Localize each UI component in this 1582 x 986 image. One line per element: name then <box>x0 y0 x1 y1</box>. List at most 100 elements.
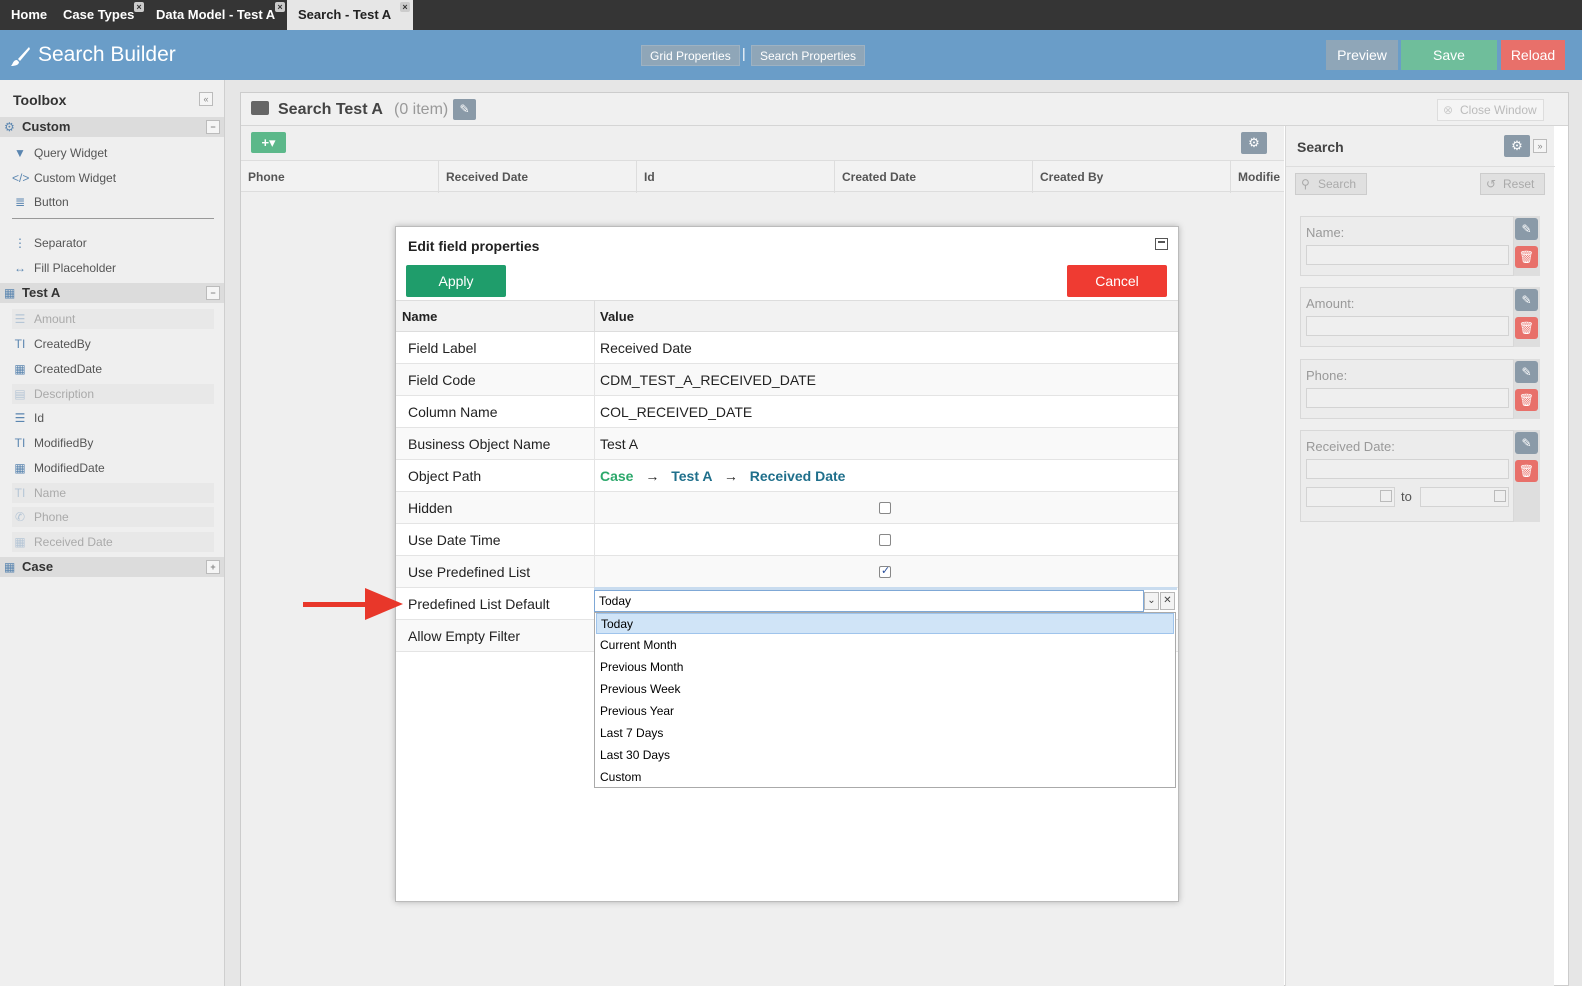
date-to-input[interactable] <box>1420 487 1509 507</box>
toolbox-item-separator[interactable]: ⋮ Separator <box>12 233 214 253</box>
close-icon[interactable]: × <box>275 2 285 12</box>
grid-column-id[interactable]: Id <box>637 161 835 193</box>
tab-case-types[interactable]: Case Types × <box>52 0 145 30</box>
close-icon[interactable]: × <box>134 2 144 12</box>
toolbox-title: Toolbox <box>13 92 67 108</box>
toolbox-item-custom-widget[interactable]: </> Custom Widget <box>12 168 214 188</box>
hidden-checkbox[interactable] <box>879 502 891 514</box>
toolbox-item-modifieddate[interactable]: ▦ ModifiedDate <box>12 458 214 478</box>
edit-field-icon[interactable]: ✎ <box>1515 432 1538 454</box>
edit-field-icon[interactable]: ✎ <box>1515 361 1538 383</box>
toolbox-item-description[interactable]: ▤ Description <box>12 384 214 404</box>
path-segment-case[interactable]: Case <box>600 468 633 484</box>
dropdown-option-previous-month[interactable]: Previous Month <box>596 657 1174 678</box>
apply-button[interactable]: Apply <box>406 265 506 297</box>
edit-title-icon[interactable]: ✎ <box>453 99 476 120</box>
reset-button[interactable]: ↺ Reset <box>1480 173 1545 195</box>
save-button[interactable]: Save <box>1401 40 1497 70</box>
path-segment-test-a[interactable]: Test A <box>671 468 712 484</box>
header-bar: Search Builder Grid Properties | Search … <box>0 30 1582 80</box>
search-properties-button[interactable]: Search Properties <box>751 45 866 66</box>
calendar-icon[interactable] <box>1494 490 1506 502</box>
tab-data-model[interactable]: Data Model - Test A × <box>145 0 287 30</box>
toolbox-section-test-a[interactable]: ▦ Test A − <box>0 283 224 303</box>
dropdown-option-last-7-days[interactable]: Last 7 Days <box>596 723 1174 744</box>
collapse-toolbox-icon[interactable]: « <box>199 92 213 106</box>
grid-settings-icon[interactable]: ⚙ <box>1241 132 1267 154</box>
grid-column-created-by[interactable]: Created By <box>1033 161 1231 193</box>
tab-home[interactable]: Home <box>0 0 52 30</box>
add-column-icon[interactable]: +▾ <box>251 132 286 153</box>
edit-field-icon[interactable]: ✎ <box>1515 289 1538 311</box>
collapse-search-icon[interactable]: » <box>1533 139 1547 153</box>
use-predefined-list-checkbox[interactable] <box>879 564 891 578</box>
toolbox-item-query-widget[interactable]: ▼ Query Widget <box>12 143 214 163</box>
grid-properties-button[interactable]: Grid Properties <box>641 45 740 66</box>
dropdown-option-previous-year[interactable]: Previous Year <box>596 701 1174 722</box>
phone-input[interactable] <box>1306 388 1509 408</box>
delete-field-icon[interactable]: 🗑 <box>1515 317 1538 339</box>
name-input[interactable] <box>1306 245 1509 265</box>
dropdown-option-last-30-days[interactable]: Last 30 Days <box>596 745 1174 766</box>
toolbox-item-button[interactable]: ≣ Button <box>12 192 214 212</box>
delete-field-icon[interactable]: 🗑 <box>1515 460 1538 482</box>
item-label: Amount <box>34 312 76 326</box>
chevron-down-icon[interactable]: ⌄ <box>1144 592 1159 610</box>
toolbox-item-amount[interactable]: ☰ Amount <box>12 309 214 329</box>
toolbox-item-createddate[interactable]: ▦ CreatedDate <box>12 359 214 379</box>
property-value[interactable]: Test A <box>600 428 638 460</box>
predefined-list-default-combo[interactable]: Today <box>594 590 1144 612</box>
dropdown-option-previous-week[interactable]: Previous Week <box>596 679 1174 700</box>
dropdown-option-custom[interactable]: Custom <box>596 767 1174 788</box>
property-row-column-name: Column Name COL_RECEIVED_DATE <box>396 396 1178 428</box>
collapse-section-icon[interactable]: − <box>206 120 220 134</box>
property-value[interactable]: Received Date <box>600 332 692 364</box>
toolbox-item-phone[interactable]: ✆ Phone <box>12 507 214 527</box>
expand-section-icon[interactable]: + <box>206 560 220 574</box>
cancel-button[interactable]: Cancel <box>1067 265 1167 297</box>
received-date-select[interactable] <box>1306 459 1509 479</box>
close-icon[interactable]: × <box>400 2 410 12</box>
calendar-icon[interactable] <box>1380 490 1392 502</box>
range-to-label: to <box>1401 489 1412 504</box>
dropdown-option-current-month[interactable]: Current Month <box>596 635 1174 656</box>
property-value[interactable]: COL_RECEIVED_DATE <box>600 396 752 428</box>
grid-column-phone[interactable]: Phone <box>241 161 439 193</box>
maximize-icon[interactable] <box>1155 238 1168 250</box>
clear-icon[interactable]: ✕ <box>1160 592 1175 610</box>
grid-column-received-date[interactable]: Received Date <box>439 161 637 193</box>
edit-field-icon[interactable]: ✎ <box>1515 218 1538 240</box>
gears-icon: ⚙ <box>4 120 15 134</box>
toolbox-item-modifiedby[interactable]: TI ModifiedBy <box>12 433 214 453</box>
toolbox-item-id[interactable]: ☰ Id <box>12 408 214 428</box>
dropdown-option-today[interactable]: Today <box>596 613 1174 634</box>
search-settings-icon[interactable]: ⚙ <box>1504 135 1530 157</box>
search-button[interactable]: ⚲ Search <box>1295 173 1367 195</box>
close-window-button[interactable]: ⊗ Close Window <box>1437 99 1544 121</box>
search-field-label: Name: <box>1306 225 1345 240</box>
toolbox-item-name[interactable]: TI Name <box>12 483 214 503</box>
use-date-time-checkbox[interactable] <box>879 534 891 546</box>
toolbox-item-createdby[interactable]: TI CreatedBy <box>12 334 214 354</box>
section-label: Case <box>22 559 54 574</box>
property-name: Field Code <box>408 372 476 388</box>
amount-input[interactable] <box>1306 316 1509 336</box>
item-count: (0 item) <box>394 101 449 118</box>
toolbox-item-received-date[interactable]: ▦ Received Date <box>12 532 214 552</box>
property-value[interactable]: CDM_TEST_A_RECEIVED_DATE <box>600 364 816 396</box>
field-actions: ✎ 🗑 <box>1514 216 1540 276</box>
collapse-section-icon[interactable]: − <box>206 286 220 300</box>
property-name: Object Path <box>408 468 482 484</box>
preview-button[interactable]: Preview <box>1326 40 1398 70</box>
path-segment-received-date[interactable]: Received Date <box>750 468 846 484</box>
reload-button[interactable]: Reload <box>1501 40 1565 70</box>
delete-field-icon[interactable]: 🗑 <box>1515 389 1538 411</box>
grid-column-created-date[interactable]: Created Date <box>835 161 1033 193</box>
tab-search-test-a[interactable]: Search - Test A × <box>287 0 413 30</box>
grid-column-modified[interactable]: Modifie <box>1231 161 1284 193</box>
date-from-input[interactable] <box>1306 487 1395 507</box>
toolbox-item-fill-placeholder[interactable]: ↔ Fill Placeholder <box>12 258 214 278</box>
toolbox-section-custom[interactable]: ⚙ Custom − <box>0 117 224 137</box>
toolbox-section-case[interactable]: ▦ Case + <box>0 557 224 577</box>
delete-field-icon[interactable]: 🗑 <box>1515 246 1538 268</box>
